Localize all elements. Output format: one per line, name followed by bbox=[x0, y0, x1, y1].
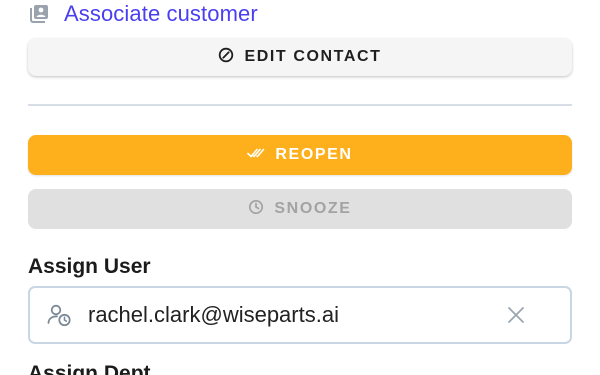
clock-icon bbox=[248, 199, 264, 220]
associate-customer-label: Associate customer bbox=[64, 1, 258, 26]
snooze-button[interactable]: SNOOZE bbox=[28, 189, 572, 229]
assign-user-heading: Assign User bbox=[28, 255, 151, 278]
close-icon[interactable] bbox=[504, 303, 528, 327]
edit-contact-label: EDIT CONTACT bbox=[244, 48, 382, 65]
reopen-button[interactable]: REOPEN bbox=[28, 135, 572, 175]
conversation-actions-panel: Associate customer EDIT CONTACT REOPEN S… bbox=[0, 0, 600, 375]
snooze-label: SNOOZE bbox=[274, 200, 352, 217]
next-section-heading: Assign Dept bbox=[28, 362, 151, 375]
associate-customer-link[interactable]: Associate customer bbox=[28, 0, 258, 28]
contact-book-icon bbox=[28, 3, 50, 25]
divider bbox=[28, 104, 572, 106]
double-check-icon bbox=[247, 146, 265, 164]
assign-user-value: rachel.clark@wiseparts.ai bbox=[88, 302, 339, 327]
assign-user-field[interactable]: rachel.clark@wiseparts.ai bbox=[28, 286, 572, 344]
user-clock-icon bbox=[46, 301, 74, 329]
edit-circle-icon bbox=[218, 47, 234, 68]
edit-contact-button[interactable]: EDIT CONTACT bbox=[28, 38, 572, 76]
reopen-label: REOPEN bbox=[275, 146, 353, 163]
